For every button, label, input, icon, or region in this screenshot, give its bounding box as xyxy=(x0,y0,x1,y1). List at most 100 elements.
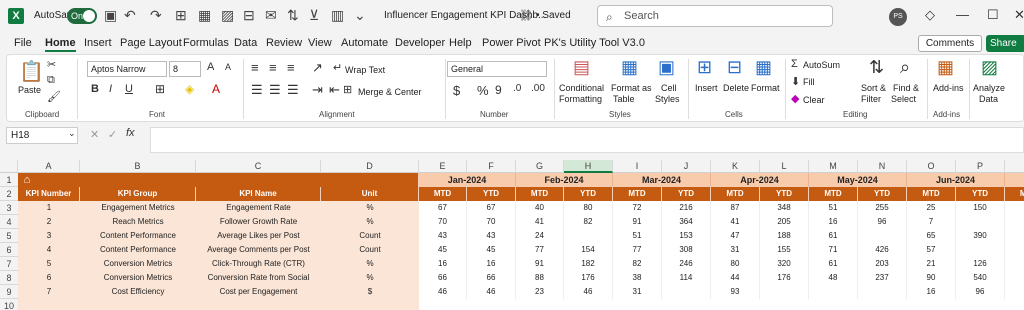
value-cell[interactable]: 46 xyxy=(467,285,516,299)
column-header[interactable]: A xyxy=(18,160,80,173)
paste-icon[interactable]: 📋 xyxy=(19,59,44,84)
select-all-corner[interactable] xyxy=(0,160,18,173)
value-cell[interactable] xyxy=(809,285,858,299)
tab-file[interactable]: File xyxy=(14,37,32,49)
value-cell[interactable]: 87 xyxy=(711,201,760,215)
kpi-name-cell[interactable]: Follower Growth Rate xyxy=(196,215,321,229)
value-cell[interactable]: 90 xyxy=(907,271,956,285)
kpi-group-cell[interactable]: Content Performance xyxy=(80,243,196,257)
mtd-header[interactable]: MTD xyxy=(419,187,467,201)
delete-button[interactable]: Delete xyxy=(723,83,749,93)
kpi-unit-cell[interactable]: Count xyxy=(321,229,419,243)
mtd-header[interactable]: MTD xyxy=(809,187,858,201)
value-cell[interactable] xyxy=(564,229,613,243)
value-cell[interactable]: 47 xyxy=(711,229,760,243)
tab-automate[interactable]: Automate xyxy=(341,37,388,49)
column-title[interactable]: Unit xyxy=(321,187,419,201)
percent-icon[interactable]: % xyxy=(477,83,489,98)
column-header[interactable]: L xyxy=(760,160,809,173)
value-cell[interactable]: 154 xyxy=(564,243,613,257)
column-header[interactable]: Q xyxy=(1005,160,1024,173)
kpi-unit-cell[interactable]: Count xyxy=(321,243,419,257)
undo-icon[interactable]: ↶ xyxy=(124,7,136,24)
value-cell[interactable]: 46 xyxy=(564,285,613,299)
conditional-formatting-button[interactable]: Conditional xyxy=(559,83,604,93)
month-header[interactable]: Apr-2024 xyxy=(711,173,809,187)
decrease-font-icon[interactable]: A xyxy=(225,62,231,72)
value-cell[interactable]: 93 xyxy=(711,285,760,299)
column-header[interactable]: B xyxy=(80,160,196,173)
add-ins-icon[interactable]: ▦ xyxy=(937,57,954,78)
value-cell[interactable] xyxy=(956,243,1005,257)
tab-help[interactable]: Help xyxy=(449,37,472,49)
cell-styles-button[interactable]: Cell xyxy=(661,83,677,93)
cancel-icon[interactable]: ✕ xyxy=(90,128,99,141)
value-cell[interactable]: 43 xyxy=(467,229,516,243)
align-left-icon[interactable]: ☰ xyxy=(251,82,263,98)
analyze-data-icon[interactable]: ▨ xyxy=(981,57,998,78)
value-cell[interactable]: 43 xyxy=(419,229,467,243)
mtd-header[interactable]: MTD xyxy=(613,187,662,201)
kpi-group-cell[interactable]: Engagement Metrics xyxy=(80,201,196,215)
value-cell[interactable]: 66 xyxy=(467,271,516,285)
value-cell[interactable]: 182 xyxy=(564,257,613,271)
column-header[interactable]: M xyxy=(809,160,858,173)
kpi-number-cell[interactable]: 3 xyxy=(18,229,80,243)
value-cell[interactable] xyxy=(760,285,809,299)
column-header[interactable]: K xyxy=(711,160,760,173)
fill-icon[interactable]: ⬇ xyxy=(791,75,800,88)
value-cell[interactable]: 308 xyxy=(662,243,711,257)
insert-button[interactable]: Insert xyxy=(695,83,718,93)
month-header[interactable]: Jan-2024 xyxy=(419,173,516,187)
column-title[interactable]: KPI Name xyxy=(196,187,321,201)
name-box-dropdown-icon[interactable]: ⌄ xyxy=(68,128,76,139)
month-header[interactable]: Jun-2024 xyxy=(907,173,1005,187)
value-cell[interactable]: 80 xyxy=(711,257,760,271)
kpi-number-cell[interactable]: 7 xyxy=(18,285,80,299)
column-header[interactable]: N xyxy=(858,160,907,173)
value-cell[interactable]: 216 xyxy=(662,201,711,215)
value-cell[interactable]: 57 xyxy=(907,243,956,257)
column-header[interactable]: O xyxy=(907,160,956,173)
row-header[interactable]: 10 xyxy=(0,299,18,310)
kpi-name-cell[interactable]: Click-Through Rate (CTR) xyxy=(196,257,321,271)
align-center-icon[interactable]: ☰ xyxy=(269,82,281,98)
value-cell[interactable]: 176 xyxy=(564,271,613,285)
value-cell[interactable] xyxy=(858,229,907,243)
ytd-header[interactable]: YTD xyxy=(956,187,1005,201)
kpi-number-cell[interactable]: 5 xyxy=(18,257,80,271)
mtd-header[interactable]: MTD xyxy=(1005,187,1024,201)
value-cell[interactable]: 390 xyxy=(956,229,1005,243)
avatar[interactable]: PS xyxy=(889,8,907,26)
value-cell[interactable]: 88 xyxy=(516,271,564,285)
row-header[interactable]: 5 xyxy=(0,229,18,243)
value-cell[interactable]: 94 xyxy=(1005,271,1024,285)
month-header-overflow[interactable] xyxy=(1005,173,1024,187)
number-format-select[interactable]: General xyxy=(447,61,547,77)
minimize-icon[interactable]: — xyxy=(956,7,969,22)
share-button[interactable]: Share xyxy=(986,35,1024,52)
value-cell[interactable]: 205 xyxy=(760,215,809,229)
value-cell[interactable] xyxy=(662,285,711,299)
row-header[interactable]: 8 xyxy=(0,271,18,285)
kpi-name-cell[interactable]: Average Likes per Post xyxy=(196,229,321,243)
value-cell[interactable]: 237 xyxy=(858,271,907,285)
value-cell[interactable]: 16 xyxy=(809,215,858,229)
value-cell[interactable]: 51 xyxy=(809,201,858,215)
image-icon[interactable]: ▨ xyxy=(221,7,234,24)
month-header[interactable]: Feb-2024 xyxy=(516,173,613,187)
fill-button[interactable]: Fill xyxy=(803,77,815,87)
copy-icon[interactable]: ⧉ xyxy=(47,74,55,87)
value-cell[interactable]: 45 xyxy=(419,243,467,257)
format-as-table-button[interactable]: Format as xyxy=(611,83,652,93)
merge-icon[interactable]: ⊞ xyxy=(343,83,352,96)
kpi-unit-cell[interactable]: % xyxy=(321,215,419,229)
value-cell[interactable]: 16 xyxy=(467,257,516,271)
home-icon[interactable]: ⌂ xyxy=(20,173,34,187)
analyze-data-button[interactable]: Analyze xyxy=(973,83,1005,93)
autosum-icon[interactable]: Σ xyxy=(791,58,798,70)
increase-font-icon[interactable]: A xyxy=(207,61,214,73)
value-cell[interactable]: 96 xyxy=(956,285,1005,299)
tab-power-pivot[interactable]: Power Pivot xyxy=(482,37,541,49)
row-header[interactable]: 2 xyxy=(0,187,18,201)
